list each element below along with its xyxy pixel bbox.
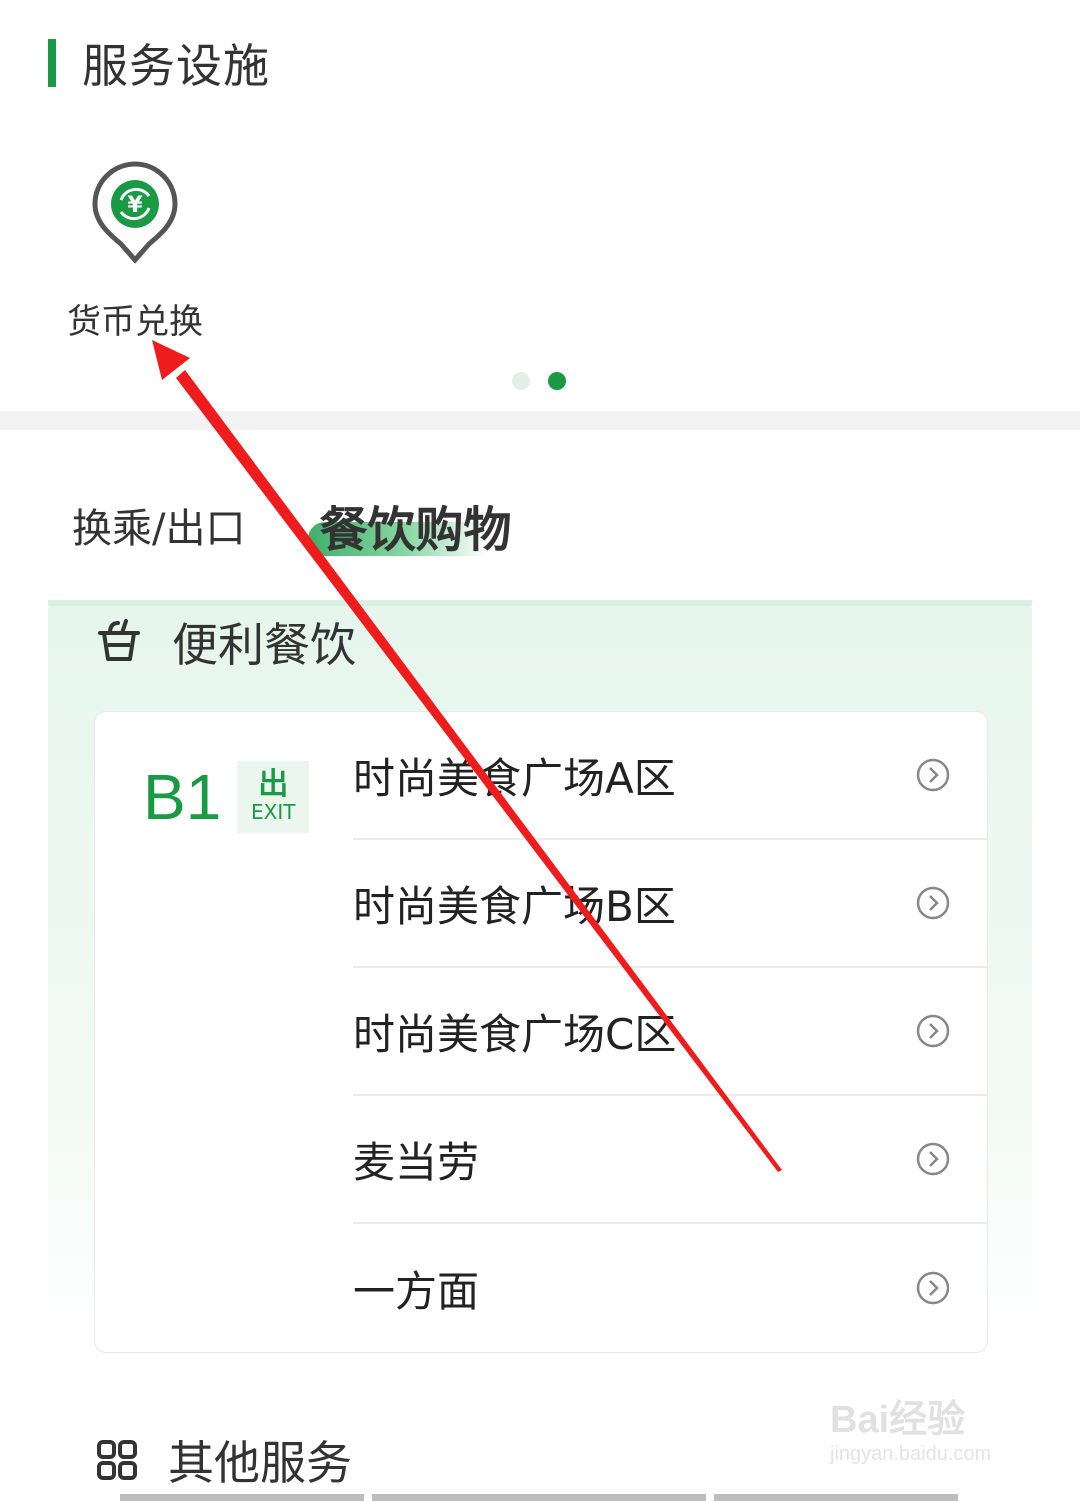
category-title: 便利餐饮 (172, 618, 356, 672)
other-services-header: 其他服务 (96, 1430, 352, 1490)
card-top-strip (48, 600, 1032, 606)
svg-text:¥: ¥ (127, 193, 143, 218)
store-list: 时尚美食广场A区 时尚美食广场B区 时尚美食广场C区 麦当劳 一方面 (353, 712, 987, 1352)
facility-label: 货币兑换 (67, 302, 203, 342)
chevron-right-circle-icon (916, 1271, 950, 1305)
section-title: 服务设施 (82, 39, 270, 93)
pager-dot-2-active[interactable] (548, 372, 566, 390)
section-accent-bar (48, 39, 56, 87)
exit-cn-label: 出 (258, 767, 289, 802)
watermark: Bai经验 jingyan.baidu.com (830, 1388, 991, 1466)
list-item-label: 一方面 (353, 1266, 480, 1316)
list-item-label: 麦当劳 (353, 1137, 480, 1187)
drink-cup-icon (98, 619, 140, 661)
floor-label: B1 (143, 761, 222, 833)
chevron-right-circle-icon (916, 1142, 950, 1176)
section-divider (0, 411, 1080, 430)
other-services-title: 其他服务 (168, 1436, 352, 1490)
store-list-card: B1 出 EXIT 时尚美食广场A区 时尚美食广场B区 时尚美食广场C区 麦当劳… (94, 711, 988, 1353)
list-item-label: 时尚美食广场A区 (353, 753, 676, 803)
tab-bar: 换乘/出口 餐饮购物 (72, 490, 512, 560)
annotation-arrowhead (152, 340, 190, 380)
list-item[interactable]: 时尚美食广场C区 (353, 968, 987, 1096)
currency-exchange-icon: ¥ (92, 161, 178, 264)
chevron-right-circle-icon (916, 886, 950, 920)
pager-dots (512, 372, 566, 390)
floor-badge: B1 出 EXIT (143, 760, 310, 834)
pager-dot-1[interactable] (512, 372, 530, 390)
tab-dining-shopping[interactable]: 餐饮购物 (319, 490, 511, 560)
list-item-label: 时尚美食广场C区 (353, 1009, 677, 1059)
exit-en-label: EXIT (251, 800, 296, 824)
chevron-right-circle-icon (916, 758, 950, 792)
exit-badge: 出 EXIT (237, 761, 310, 833)
section-header: 服务设施 (48, 38, 270, 93)
bottom-tab-bars (120, 1494, 958, 1501)
watermark-sub: jingyan.baidu.com (830, 1443, 992, 1465)
list-item[interactable]: 时尚美食广场B区 (353, 840, 987, 968)
list-item[interactable]: 一方面 (353, 1224, 987, 1352)
watermark-main: Bai经验 (830, 1399, 966, 1441)
bottom-bar-2 (372, 1494, 706, 1501)
chevron-right-circle-icon (916, 1014, 950, 1048)
bottom-bar-3 (714, 1494, 958, 1501)
category-header: 便利餐饮 (96, 612, 356, 672)
list-item[interactable]: 麦当劳 (353, 1096, 987, 1224)
bottom-bar-1 (120, 1494, 364, 1501)
list-item[interactable]: 时尚美食广场A区 (353, 712, 987, 840)
facility-currency-exchange[interactable]: ¥ 货币兑换 (50, 160, 220, 343)
list-item-label: 时尚美食广场B区 (353, 881, 676, 931)
grid-icon (97, 1440, 137, 1480)
tab-transfer-exit[interactable]: 换乘/出口 (72, 496, 245, 554)
